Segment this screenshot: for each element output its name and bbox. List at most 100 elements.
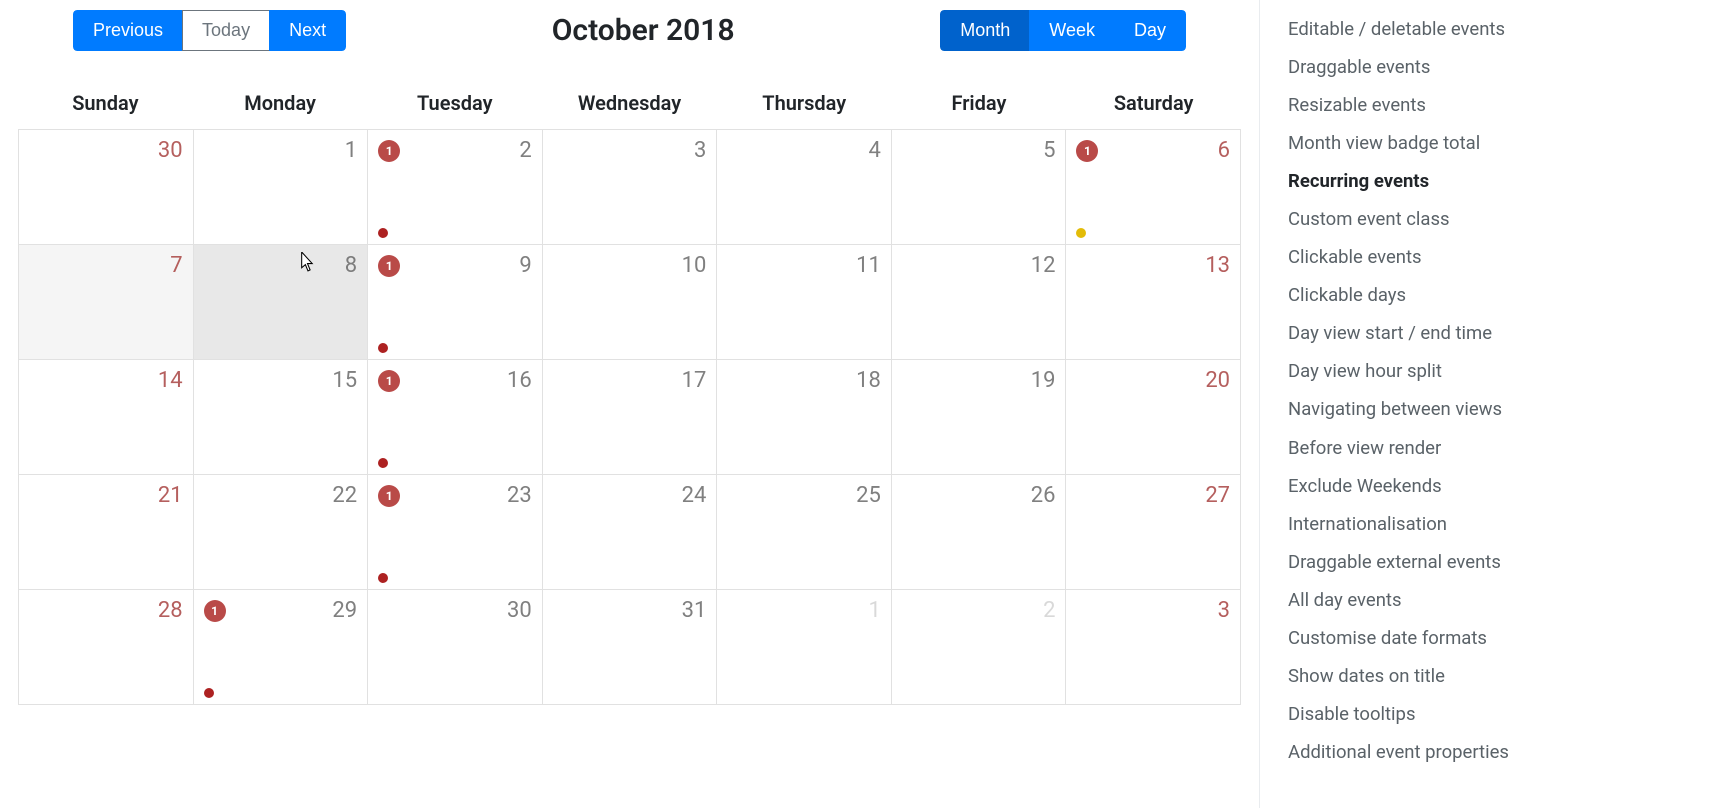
sidebar-item[interactable]: Day view hour split (1260, 352, 1726, 390)
day-number: 1 (727, 598, 881, 623)
calendar-week-row: 21 22 123 24 252627 (19, 474, 1240, 589)
sidebar-item[interactable]: Additional event properties (1260, 733, 1726, 771)
calendar-week-row: 78 19 10 11 1213 (19, 244, 1240, 359)
calendar-day-cell[interactable]: 27 (1066, 475, 1240, 589)
calendar-body: 3011234516781910111213141511617181920212… (18, 129, 1241, 705)
event-dots (378, 573, 388, 583)
day-number: 3 (553, 138, 707, 163)
calendar-day-cell[interactable]: 3 (543, 130, 718, 244)
sidebar-item[interactable]: Clickable days (1260, 276, 1726, 314)
calendar-day-cell[interactable]: 14 (19, 360, 194, 474)
sidebar-item[interactable]: Show dates on title (1260, 657, 1726, 695)
calendar-day-cell[interactable]: 28 (19, 590, 194, 704)
calendar-day-cell[interactable]: 19 (892, 360, 1067, 474)
calendar-day-cell[interactable]: 123 (368, 475, 543, 589)
calendar-day-cell[interactable]: 1 (194, 130, 369, 244)
sidebar-item[interactable]: Day view start / end time (1260, 314, 1726, 352)
calendar-day-cell[interactable]: 19 (368, 245, 543, 359)
sidebar: Editable / deletable eventsDraggable eve… (1260, 0, 1726, 808)
page-title: October 2018 (346, 13, 940, 48)
event-dots (378, 228, 388, 238)
sidebar-item[interactable]: Disable tooltips (1260, 695, 1726, 733)
calendar-day-cell[interactable]: 12 (368, 130, 543, 244)
sidebar-item[interactable]: Resizable events (1260, 86, 1726, 124)
sidebar-item[interactable]: Navigating between views (1260, 390, 1726, 428)
sidebar-item[interactable]: Month view badge total (1260, 124, 1726, 162)
day-number: 19 (902, 368, 1056, 393)
calendar-day-cell[interactable]: 10 (543, 245, 718, 359)
calendar-day-cell[interactable]: 16 (1066, 130, 1240, 244)
calendar-day-cell[interactable]: 5 (892, 130, 1067, 244)
sidebar-item[interactable]: Editable / deletable events (1260, 10, 1726, 48)
sidebar-item[interactable]: Before view render (1260, 429, 1726, 467)
sidebar-item[interactable]: Customise date formats (1260, 619, 1726, 657)
event-dots (1076, 228, 1086, 238)
sidebar-item[interactable]: Draggable external events (1260, 543, 1726, 581)
next-button[interactable]: Next (269, 10, 346, 51)
day-number: 8 (204, 253, 358, 278)
calendar-day-cell[interactable]: 3 (1066, 590, 1240, 704)
today-button[interactable]: Today (182, 10, 270, 51)
calendar-day-cell[interactable]: 8 (194, 245, 369, 359)
day-number: 29 (204, 598, 358, 623)
sidebar-item[interactable]: Exclude Weekends (1260, 467, 1726, 505)
calendar-week-row: 14 15116 17 18 19 20 (19, 359, 1240, 474)
calendar-day-cell[interactable]: 1 (717, 590, 892, 704)
calendar: SundayMondayTuesdayWednesdayThursdayFrid… (18, 75, 1241, 705)
calendar-day-cell[interactable]: 31 (543, 590, 718, 704)
day-number: 2 (378, 138, 532, 163)
day-number: 10 (553, 253, 707, 278)
calendar-day-cell[interactable]: 17 (543, 360, 718, 474)
calendar-day-cell[interactable]: 22 (194, 475, 369, 589)
day-number: 24 (553, 483, 707, 508)
calendar-day-cell[interactable]: 12 (892, 245, 1067, 359)
calendar-day-cell[interactable]: 30 (19, 130, 194, 244)
calendar-day-cell[interactable]: 129 (194, 590, 369, 704)
sidebar-item[interactable]: Clickable events (1260, 238, 1726, 276)
day-number: 18 (727, 368, 881, 393)
day-number: 1 (204, 138, 358, 163)
calendar-day-cell[interactable]: 116 (368, 360, 543, 474)
day-header: Tuesday (367, 75, 542, 129)
day-number: 17 (553, 368, 707, 393)
calendar-day-cell[interactable]: 11 (717, 245, 892, 359)
calendar-day-cell[interactable]: 26 (892, 475, 1067, 589)
calendar-day-cell[interactable]: 15 (194, 360, 369, 474)
nav-button-group: Previous Today Next (73, 10, 346, 51)
day-number: 30 (378, 598, 532, 623)
calendar-day-cell[interactable]: 4 (717, 130, 892, 244)
calendar-day-cell[interactable]: 21 (19, 475, 194, 589)
sidebar-item[interactable]: Recurring events (1260, 162, 1726, 200)
day-number: 23 (378, 483, 532, 508)
day-header: Wednesday (542, 75, 717, 129)
day-number: 11 (727, 253, 881, 278)
event-dot (378, 228, 388, 238)
day-header: Friday (892, 75, 1067, 129)
calendar-day-cell[interactable]: 24 (543, 475, 718, 589)
day-number: 22 (204, 483, 358, 508)
previous-button[interactable]: Previous (73, 10, 183, 51)
day-view-button[interactable]: Day (1114, 10, 1186, 51)
event-dots (378, 343, 388, 353)
day-number: 2 (902, 598, 1056, 623)
calendar-week-row: 30 1 12 34516 (19, 129, 1240, 244)
day-header: Saturday (1066, 75, 1241, 129)
calendar-day-cell[interactable]: 20 (1066, 360, 1240, 474)
sidebar-item[interactable]: Custom event class (1260, 200, 1726, 238)
calendar-day-cell[interactable]: 25 (717, 475, 892, 589)
event-dot (204, 688, 214, 698)
calendar-week-row: 28129 30 31 123 (19, 589, 1240, 704)
calendar-day-cell[interactable]: 18 (717, 360, 892, 474)
sidebar-item[interactable]: All day events (1260, 581, 1726, 619)
day-number: 14 (29, 368, 183, 393)
calendar-day-cell[interactable]: 30 (368, 590, 543, 704)
sidebar-item[interactable]: Internationalisation (1260, 505, 1726, 543)
calendar-day-cell[interactable]: 2 (892, 590, 1067, 704)
calendar-day-cell[interactable]: 13 (1066, 245, 1240, 359)
sidebar-item[interactable]: Draggable events (1260, 48, 1726, 86)
month-view-button[interactable]: Month (940, 10, 1030, 51)
week-view-button[interactable]: Week (1029, 10, 1115, 51)
event-dot (378, 573, 388, 583)
day-number: 21 (29, 483, 183, 508)
calendar-day-cell[interactable]: 7 (19, 245, 194, 359)
